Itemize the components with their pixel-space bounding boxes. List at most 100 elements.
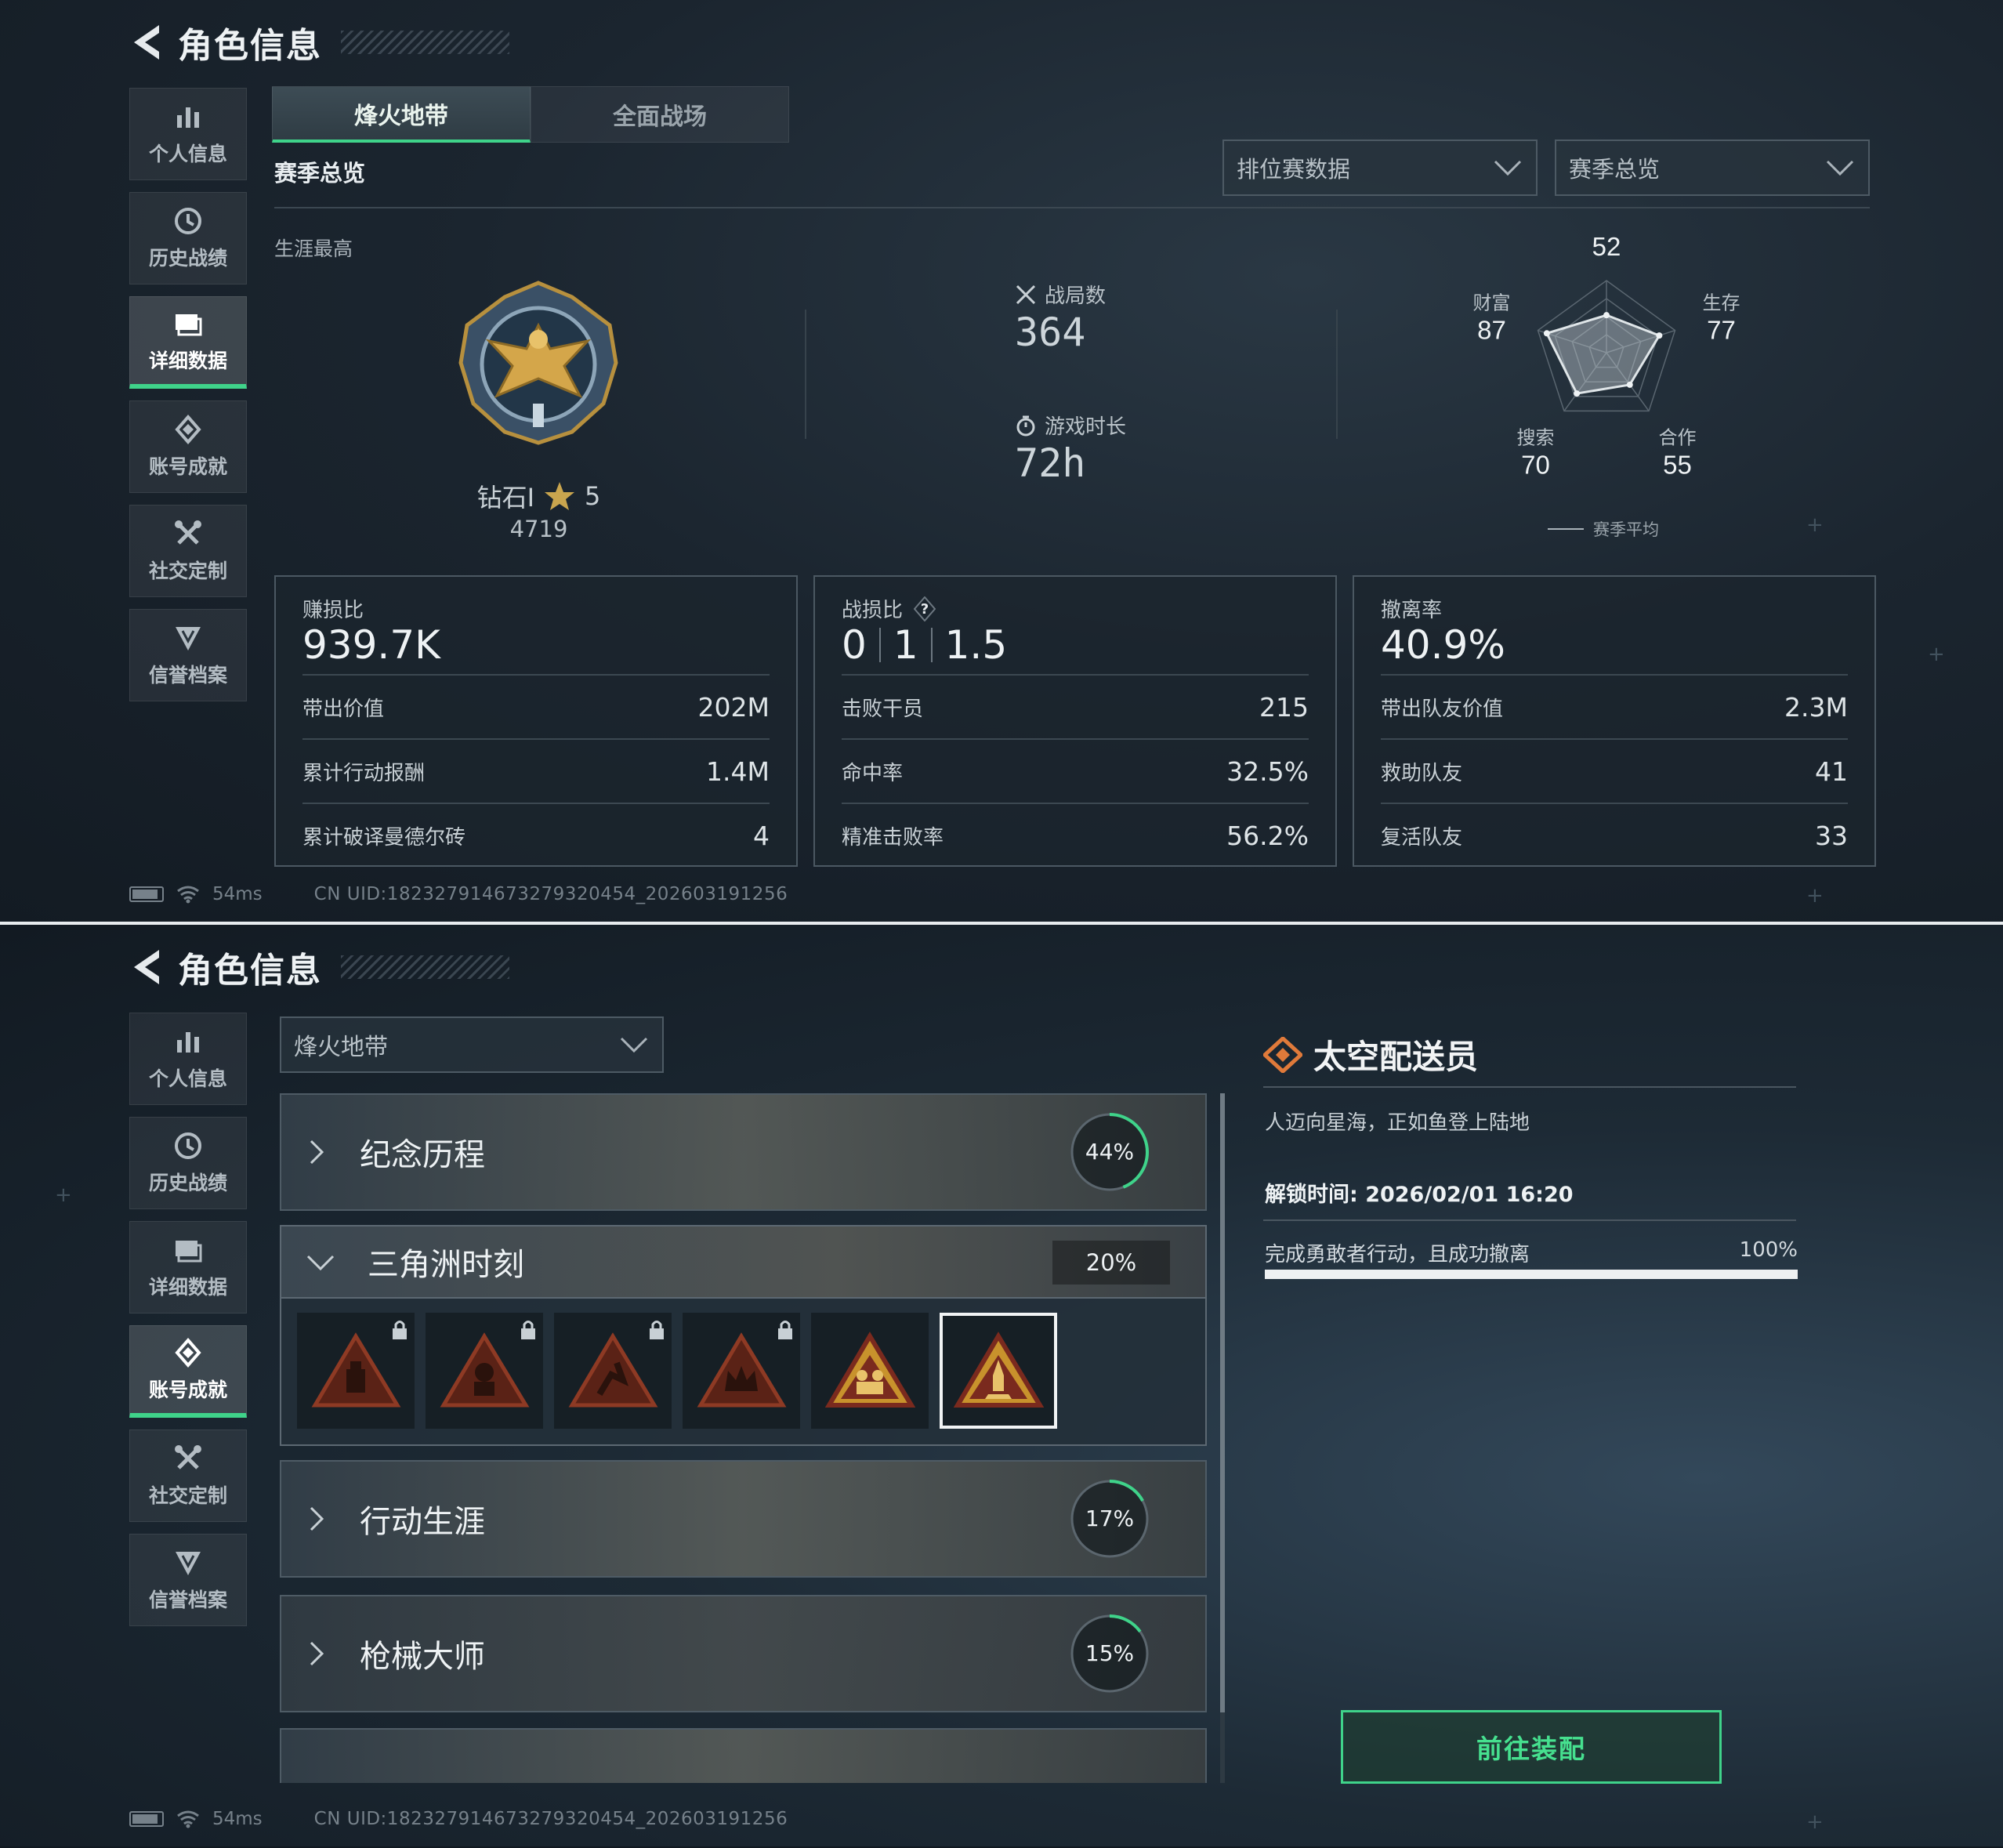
category-percent: 17% (1085, 1506, 1135, 1531)
nav-item-profile[interactable]: 个人信息 (129, 88, 247, 180)
tab-hazard-zone[interactable]: 烽火地带 (272, 86, 531, 143)
row-label: 累计破译曼德尔砖 (302, 825, 466, 850)
chevron-down-icon (306, 1255, 335, 1271)
radar-axis-value: 52 (1592, 235, 1621, 261)
data-type-dropdown[interactable]: 排位赛数据 (1222, 140, 1538, 196)
nav-item-profile[interactable]: 个人信息 (129, 1013, 247, 1105)
page-title: 角色信息 (178, 951, 322, 991)
shield-emblem-icon (176, 1552, 201, 1575)
nav-item-details[interactable]: 详细数据 (129, 296, 247, 389)
detailed-data-screen: + + + 角色信息 个人信息 历史战绩 详细数据 账号成就 社交定制 信誉档案… (0, 0, 2003, 922)
radar-axis-value: 55 (1663, 451, 1692, 480)
achievement-diamond-icon (175, 414, 201, 445)
badge-grid (281, 1299, 1205, 1429)
achievement-description: 人迈向星海，正如鱼登上陆地 (1265, 1111, 1530, 1135)
achievement-unlock-time: 解锁时间: 2026/02/01 16:20 (1265, 1183, 1574, 1207)
row-value: 215 (1259, 691, 1309, 723)
decor-plus: + (1806, 884, 1824, 908)
category-partial[interactable] (280, 1728, 1207, 1783)
achievement-category-list[interactable]: 纪念历程 44% 三角洲时刻 20% 行动生涯 17% 枪械大师 15% (280, 1093, 1207, 1783)
divider (274, 207, 1870, 208)
back-arrow-icon[interactable] (129, 947, 164, 987)
mode-dropdown[interactable]: 烽火地带 (280, 1016, 664, 1073)
achievements-screen: + + 角色信息 个人信息 历史战绩 详细数据 账号成就 社交定制 信誉档案 烽… (0, 925, 2003, 1846)
nav-item-reputation[interactable]: 信誉档案 (129, 609, 247, 701)
row-label: 带出队友价值 (1381, 697, 1504, 721)
mode-tabs: 烽火地带 全面战场 (272, 86, 789, 143)
title-decoration (341, 31, 509, 54)
career-best-label: 生涯最高 (274, 237, 353, 260)
nav-item-achievements[interactable]: 账号成就 (129, 400, 247, 493)
chevron-right-icon (310, 1506, 324, 1531)
dropdown-value: 排位赛数据 (1237, 156, 1351, 183)
nav-label: 个人信息 (148, 1067, 227, 1090)
stopwatch-icon (1016, 415, 1035, 436)
scroll-thumb[interactable] (1220, 1093, 1225, 1712)
badge-slot[interactable] (297, 1313, 415, 1429)
nav-label: 历史战绩 (148, 247, 227, 270)
nav-item-social[interactable]: 社交定制 (129, 505, 247, 597)
crossed-swords-icon (1016, 284, 1036, 304)
row-value: 2.3M (1784, 691, 1848, 723)
nav-item-details[interactable]: 详细数据 (129, 1221, 247, 1314)
user-uid: CN UID:182327914673279320454_20260319125… (313, 1809, 788, 1829)
row-label: 精准击败率 (842, 825, 944, 850)
tab-full-battlefield[interactable]: 全面战场 (531, 86, 789, 143)
status-footer: 54ms CN UID:182327914673279320454_202603… (129, 884, 788, 904)
nav-label: 账号成就 (148, 455, 227, 478)
ping-value: 54ms (212, 884, 263, 904)
task-progress-label: 100% (1739, 1238, 1798, 1262)
row-value: 32.5% (1226, 756, 1309, 787)
list-scrollbar[interactable] (1220, 1093, 1225, 1783)
nav-item-achievements[interactable]: 账号成就 (129, 1325, 247, 1418)
row-label: 救助队友 (1381, 761, 1463, 785)
clock-history-icon (175, 1132, 201, 1159)
tools-icon (175, 520, 201, 545)
help-diamond-icon[interactable]: ? (914, 596, 936, 621)
badge-slot[interactable] (683, 1313, 800, 1429)
radar-axis-value: 70 (1521, 451, 1550, 480)
row-value: 41 (1815, 756, 1848, 787)
radar-axis-label: 合作 (1659, 428, 1697, 449)
kd-ratio-card: 战损比 ? 0 1 1.5 击败干员 215 命中率 32.5% 精准击败率 56.2… (813, 575, 1337, 867)
extraction-rate-card: 撤离率 40.9% 带出队友价值 2.3M 救助队友 41 复活队友 33 (1353, 575, 1876, 867)
row-label: 击败干员 (842, 697, 924, 721)
radar-point (1543, 330, 1550, 337)
card-title: 撤离率 (1381, 594, 1442, 623)
badge-slot[interactable] (811, 1313, 929, 1429)
page-title: 角色信息 (178, 26, 322, 66)
back-arrow-icon[interactable] (129, 22, 164, 63)
playtime-label-text: 游戏时长 (1045, 415, 1127, 439)
badge-slot[interactable] (554, 1313, 672, 1429)
card-row: 复活队友 33 (1381, 803, 1848, 867)
radar-axis-value: 87 (1477, 315, 1506, 344)
achievement-diamond-icon (175, 1337, 201, 1368)
card-title: 战损比 ? (842, 594, 936, 623)
badge-slot[interactable] (426, 1313, 543, 1429)
category-percent: 20% (1052, 1241, 1170, 1285)
nav-label: 历史战绩 (148, 1172, 227, 1194)
nav-item-history[interactable]: 历史战绩 (129, 1117, 247, 1209)
card-row: 累计行动报酬 1.4M (302, 738, 770, 803)
go-equip-button[interactable]: 前往装配 (1341, 1710, 1722, 1784)
category-operation-career[interactable]: 行动生涯 17% (280, 1460, 1207, 1578)
nav-item-history[interactable]: 历史战绩 (129, 192, 247, 284)
nav-item-reputation[interactable]: 信誉档案 (129, 1534, 247, 1626)
category-name: 三角洲时刻 (368, 1247, 524, 1283)
svg-text:?: ? (921, 601, 929, 618)
category-header[interactable]: 三角洲时刻 20% (281, 1227, 1205, 1299)
wifi-icon (177, 886, 199, 904)
category-weapon-master[interactable]: 枪械大师 15% (280, 1595, 1207, 1712)
season-dropdown[interactable]: 赛季总览 (1555, 140, 1870, 196)
row-value: 33 (1815, 820, 1848, 851)
radar-axis-value: 77 (1707, 315, 1736, 344)
lock-icon (778, 1321, 792, 1339)
category-memorial[interactable]: 纪念历程 44% (280, 1093, 1207, 1211)
radar-point (1574, 390, 1581, 397)
nav-item-social[interactable]: 社交定制 (129, 1429, 247, 1522)
card-main-value: 939.7K (302, 622, 440, 668)
achievement-title: 太空配送员 (1263, 1031, 1478, 1078)
radar-axis-label: 搜索 (1516, 428, 1554, 449)
badge-slot-selected[interactable] (940, 1313, 1057, 1429)
user-uid: CN UID:182327914673279320454_20260319125… (313, 884, 788, 904)
